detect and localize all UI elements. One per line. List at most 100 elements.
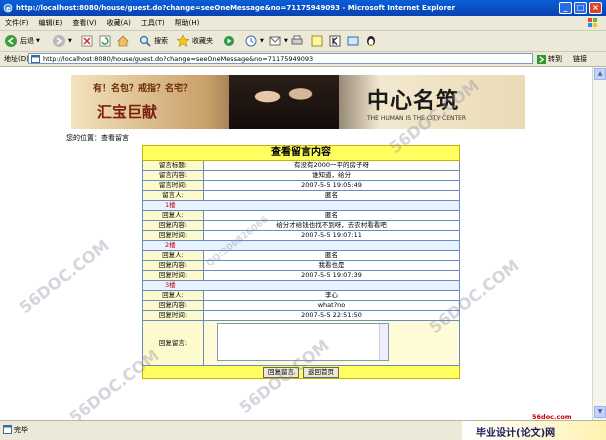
table-row: 回复内容: 我看也是 [142,260,460,271]
table-row: 回复内容: what?no [142,300,460,311]
field-label: 留言标题: [142,160,204,171]
close-button[interactable]: × [589,2,602,14]
reply-textarea[interactable] [217,323,389,361]
window-icon [347,36,359,46]
links-button[interactable]: 链接 [573,53,587,65]
field-label: 回复人: [142,290,204,301]
page-content: 有！名包？戒指？名宅？ 汇宝巨献 中心名筑 THE HUMAN IS THE C… [0,67,592,420]
field-value: 谁知道，给分 [203,170,460,181]
watermark: 56DOC.COM [15,235,113,318]
menu-help[interactable]: 帮助(H) [170,16,205,30]
qq-button[interactable] [364,33,378,49]
window-title-bar[interactable]: e http://localhost:8080/house/guest.do?c… [0,0,606,16]
edit-button[interactable] [310,33,324,49]
field-label: 回复时间: [142,270,204,281]
vertical-scrollbar[interactable]: ▲ ▼ [592,67,606,420]
banner-photo [229,75,339,129]
mail-icon [269,36,281,46]
refresh-icon [99,35,111,47]
table-row: 回复人: 匿名 [142,250,460,261]
table-row: 留言内容: 谁知道，给分 [142,170,460,181]
menu-file[interactable]: 文件(F) [0,16,34,30]
messenger-button[interactable] [328,33,342,49]
home-button[interactable] [116,33,130,49]
field-value: 匿名 [203,190,460,201]
chevron-down-icon: ▼ [68,38,72,44]
minimize-button[interactable]: _ [559,2,572,14]
k-icon [329,35,341,47]
breadcrumb: 您的位置：查看留言 [66,134,129,142]
table-row: 回复内容: 给分才给钱也找不到呀，去农村看看吧 [142,220,460,231]
field-value: 2007-5-5 19:07:39 [203,270,460,281]
scroll-up-icon[interactable]: ▲ [594,68,606,80]
address-input[interactable]: http://localhost:8080/house/guest.do?cha… [28,53,533,64]
reply-label: 回复留言: [142,320,204,366]
favorites-button[interactable]: 收藏夹 [176,33,213,49]
go-arrow-icon [537,54,546,64]
floor-row: 1楼 [142,200,460,211]
search-label: 搜索 [154,37,168,45]
toolbar: 后退 ▼ ▼ 搜索 收藏夹 ▼ ▼ [0,31,606,52]
table-row: 回复人: 李心 [142,290,460,301]
floor-label: 1楼 [142,200,460,211]
page-icon [31,55,40,63]
back-arrow-icon [5,35,17,47]
back-home-button[interactable]: 返回首页 [303,366,339,378]
field-label: 回复时间: [142,230,204,241]
favorites-label: 收藏夹 [192,37,213,45]
field-value: 给分才给钱也找不到呀，去农村看看吧 [203,220,460,231]
history-button[interactable]: ▼ [244,33,264,49]
buttons-cell: 回复留言 返回首页 [142,365,460,379]
stop-icon [81,35,93,47]
address-label: 地址(D) [4,55,29,63]
media-button[interactable] [222,33,236,49]
field-label: 留言时间: [142,180,204,191]
submit-reply-button[interactable]: 回复留言 [263,366,299,378]
search-icon [139,35,151,47]
menu-favorites[interactable]: 收藏(A) [102,16,136,30]
table-row: 回复时间: 2007-5-5 22:51:50 [142,310,460,321]
field-value: 匿名 [203,250,460,261]
reply-cell [203,320,460,366]
star-icon [176,34,190,48]
field-label: 留言人: [142,190,204,201]
maximize-button[interactable]: □ [574,2,587,14]
forward-button[interactable]: ▼ [52,33,72,49]
tool-button[interactable] [346,33,360,49]
buttons-row: 回复留言 返回首页 [142,365,460,379]
forward-arrow-icon [53,35,65,47]
go-label: 转到 [548,55,562,63]
scroll-down-icon[interactable]: ▼ [594,406,606,418]
floor-label: 2楼 [142,240,460,251]
floor-label: 3楼 [142,280,460,291]
table-row: 回复时间: 2007-5-5 19:07:11 [142,230,460,241]
page-icon [3,425,12,434]
windows-flag-icon [588,18,597,27]
status-bar: 完毕 56doc.com 毕业设计(论文)网 [0,413,606,440]
search-button[interactable]: 搜索 [138,33,168,49]
field-value: 匿名 [203,210,460,221]
penguin-icon [367,36,375,46]
menu-bar: 文件(F) 编辑(E) 查看(V) 收藏(A) 工具(T) 帮助(H) [0,16,606,31]
menu-view[interactable]: 查看(V) [67,16,101,30]
field-value: 2007-5-5 22:51:50 [203,310,460,321]
go-button[interactable]: 转到 [537,53,562,65]
table-row: 回复时间: 2007-5-5 19:07:39 [142,270,460,281]
field-label: 回复内容: [142,220,204,231]
stop-button[interactable] [80,33,94,49]
address-url: http://localhost:8080/house/guest.do?cha… [43,55,314,63]
field-value: 我看也是 [203,260,460,271]
refresh-button[interactable] [98,33,112,49]
print-button[interactable] [290,33,304,49]
media-icon [224,36,234,46]
back-button[interactable]: 后退 ▼ [4,33,40,49]
table-row: 回复人: 匿名 [142,210,460,221]
menu-edit[interactable]: 编辑(E) [34,16,68,30]
ie-icon: e [3,3,13,13]
history-icon [245,35,257,47]
textarea-scrollbar[interactable] [379,324,388,360]
mail-button[interactable]: ▼ [268,33,288,49]
back-label: 后退 [20,37,34,45]
menu-tools[interactable]: 工具(T) [136,16,170,30]
chevron-down-icon: ▼ [260,38,264,44]
